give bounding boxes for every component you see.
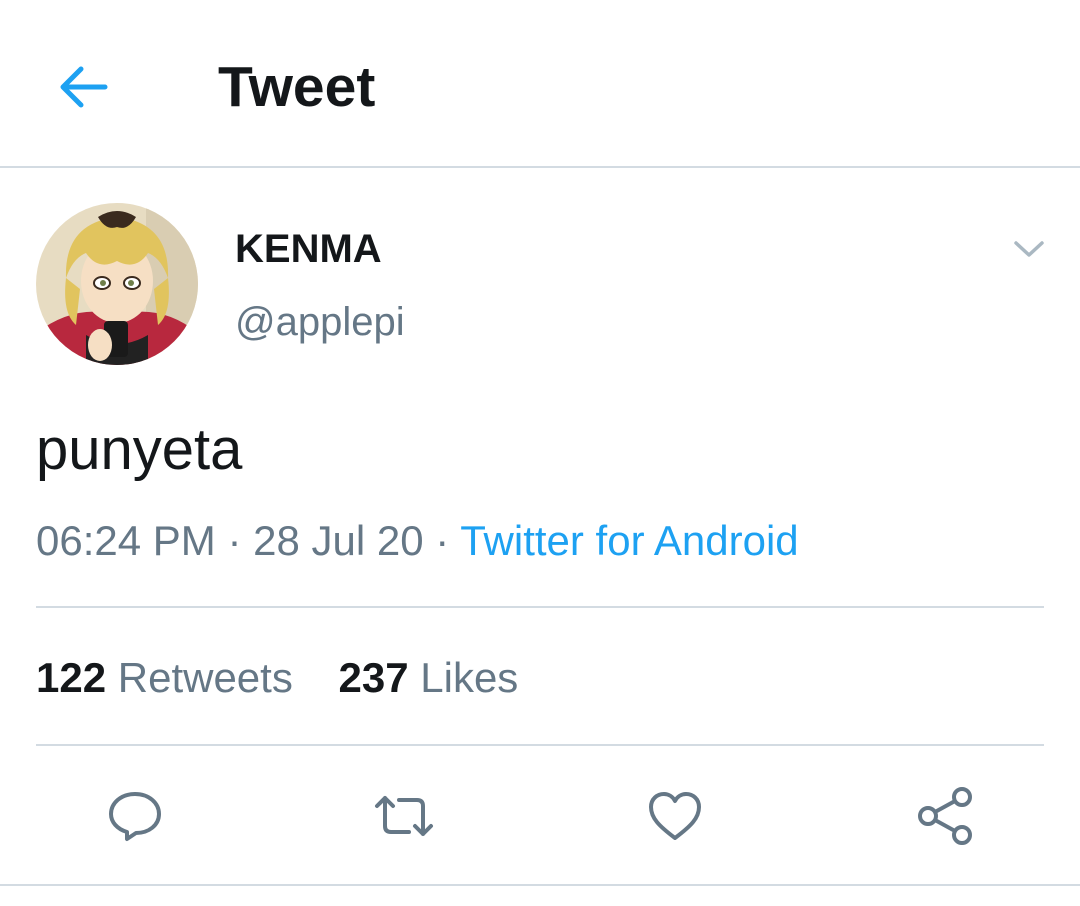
share-button[interactable] xyxy=(911,782,979,850)
tweet-time: 06:24 PM xyxy=(36,517,216,564)
reply-button[interactable] xyxy=(101,782,169,850)
chevron-down-icon xyxy=(1014,241,1044,257)
divider xyxy=(36,606,1044,608)
tweet-stats: 122 Retweets 237 Likes xyxy=(36,650,518,706)
author-display-name[interactable]: KENMA xyxy=(235,225,382,273)
author-handle[interactable]: @applepi xyxy=(235,298,405,346)
tweet-source-link[interactable]: Twitter for Android xyxy=(460,517,798,564)
tweet-text: punyeta xyxy=(36,417,243,482)
page-title: Tweet xyxy=(218,55,376,119)
tweet-date: 28 Jul 20 xyxy=(253,517,424,564)
retweets-count: 122 xyxy=(36,654,107,701)
avatar[interactable] xyxy=(36,203,198,365)
like-button[interactable] xyxy=(641,782,709,850)
back-button[interactable] xyxy=(48,52,118,122)
likes-label: Likes xyxy=(420,654,519,701)
reply-icon xyxy=(109,792,161,841)
like-icon xyxy=(649,792,701,840)
share-icon xyxy=(918,787,972,845)
likes-stat[interactable]: 237 Likes xyxy=(339,650,519,706)
likes-count: 237 xyxy=(338,654,409,701)
top-bar: Tweet xyxy=(0,0,1080,168)
retweet-button[interactable] xyxy=(370,782,438,850)
meta-separator: · xyxy=(435,517,450,564)
meta-separator: · xyxy=(227,517,242,564)
divider xyxy=(36,744,1044,746)
retweet-icon xyxy=(375,796,433,836)
retweets-label: Retweets xyxy=(117,654,293,701)
divider xyxy=(0,884,1080,886)
tweet-options-button[interactable] xyxy=(1002,222,1056,276)
retweets-stat[interactable]: 122 Retweets xyxy=(36,650,293,706)
back-arrow-icon xyxy=(60,66,108,108)
tweet-metadata: 06:24 PM · 28 Jul 20 · Twitter for Andro… xyxy=(36,513,799,569)
